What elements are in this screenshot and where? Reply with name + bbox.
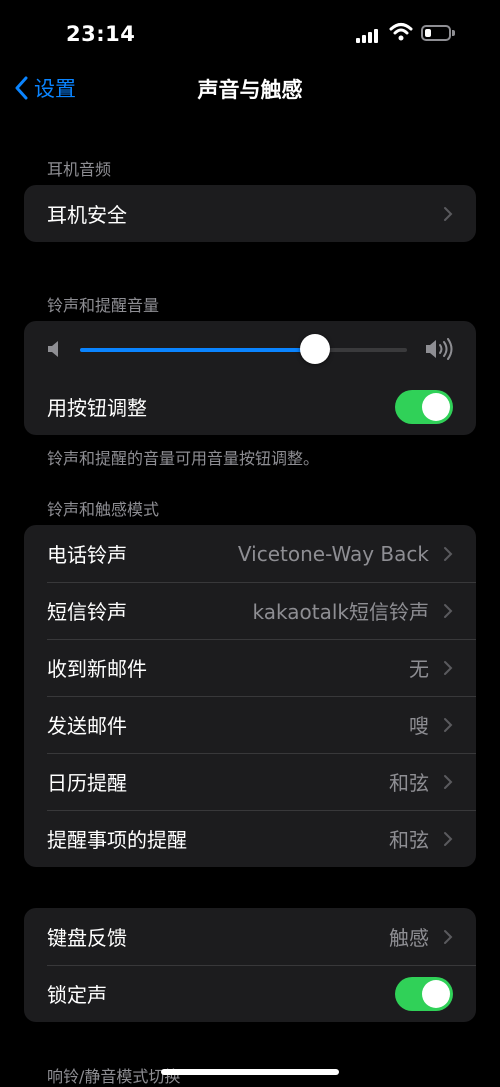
chevron-right-icon — [444, 206, 453, 221]
ringer-footer: 铃声和提醒的音量可用音量按钮调整。 — [47, 449, 320, 468]
headphone-safety-row[interactable]: 耳机安全 — [24, 185, 476, 242]
row-label: 日历提醒 — [47, 771, 127, 795]
ringer-card: 用按钮调整 — [24, 321, 476, 435]
headphone-card: 耳机安全 — [24, 185, 476, 242]
speaker-low-icon — [48, 341, 58, 357]
chevron-right-icon — [444, 603, 453, 618]
chevron-right-icon — [444, 546, 453, 561]
text-tone-row[interactable]: 短信铃声 kakaotalk短信铃声 — [24, 582, 476, 639]
row-value: 无 — [409, 657, 429, 681]
lock-sound-row: 锁定声 — [24, 965, 476, 1022]
row-value: kakaotalk短信铃声 — [252, 600, 429, 624]
navigation-bar: 设置 声音与触感 — [0, 64, 500, 112]
row-label: 短信铃声 — [47, 600, 127, 624]
row-label: 收到新邮件 — [47, 657, 147, 681]
new-mail-row[interactable]: 收到新邮件 无 — [24, 639, 476, 696]
calendar-alerts-row[interactable]: 日历提醒 和弦 — [24, 753, 476, 810]
chevron-right-icon — [444, 660, 453, 675]
change-with-buttons-row: 用按钮调整 — [24, 378, 476, 435]
row-value: 嗖 — [409, 714, 429, 738]
section-header-patterns: 铃声和触感模式 — [47, 500, 160, 519]
feedback-card: 键盘反馈 触感 锁定声 — [24, 908, 476, 1022]
chevron-right-icon — [444, 831, 453, 846]
change-with-buttons-toggle[interactable] — [395, 389, 453, 424]
lock-sound-toggle[interactable] — [395, 976, 453, 1011]
status-bar: 23:14 — [0, 0, 500, 64]
keyboard-feedback-row[interactable]: 键盘反馈 触感 — [24, 908, 476, 965]
row-label: 耳机安全 — [47, 203, 127, 227]
sent-mail-row[interactable]: 发送邮件 嗖 — [24, 696, 476, 753]
row-label: 发送邮件 — [47, 714, 127, 738]
patterns-card: 电话铃声 Vicetone-Way Back 短信铃声 kakaotalk短信铃… — [24, 525, 476, 867]
battery-icon — [421, 25, 451, 41]
section-header-ring-silent: 响铃/静音模式切换 — [47, 1067, 181, 1086]
cellular-signal-icon — [356, 27, 380, 43]
section-header-headphone: 耳机音频 — [47, 160, 112, 179]
row-value: 和弦 — [389, 771, 429, 795]
volume-slider-thumb[interactable] — [300, 334, 331, 364]
toggle-knob — [422, 979, 450, 1008]
reminder-alerts-row[interactable]: 提醒事项的提醒 和弦 — [24, 810, 476, 867]
page-title: 声音与触感 — [197, 78, 303, 102]
row-label: 锁定声 — [47, 983, 107, 1007]
section-header-ringer: 铃声和提醒音量 — [47, 296, 160, 315]
row-value: 和弦 — [389, 828, 429, 852]
row-label: 用按钮调整 — [47, 396, 147, 420]
row-label: 电话铃声 — [47, 543, 127, 567]
row-value: Vicetone-Way Back — [237, 541, 429, 566]
ringtone-row[interactable]: 电话铃声 Vicetone-Way Back — [24, 525, 476, 582]
battery-cap — [452, 30, 455, 36]
status-time: 23:14 — [66, 22, 136, 46]
wifi-icon — [389, 23, 413, 41]
chevron-right-icon — [444, 929, 453, 944]
row-value: 触感 — [389, 926, 429, 950]
row-label: 键盘反馈 — [47, 926, 127, 950]
volume-slider-fill — [80, 348, 316, 352]
home-indicator — [161, 1069, 339, 1075]
chevron-right-icon — [444, 774, 453, 789]
volume-slider-row — [24, 321, 476, 378]
volume-slider[interactable] — [80, 348, 407, 352]
toggle-knob — [422, 392, 450, 421]
chevron-right-icon — [444, 717, 453, 732]
speaker-high-icon — [426, 338, 453, 360]
row-label: 提醒事项的提醒 — [47, 828, 187, 852]
